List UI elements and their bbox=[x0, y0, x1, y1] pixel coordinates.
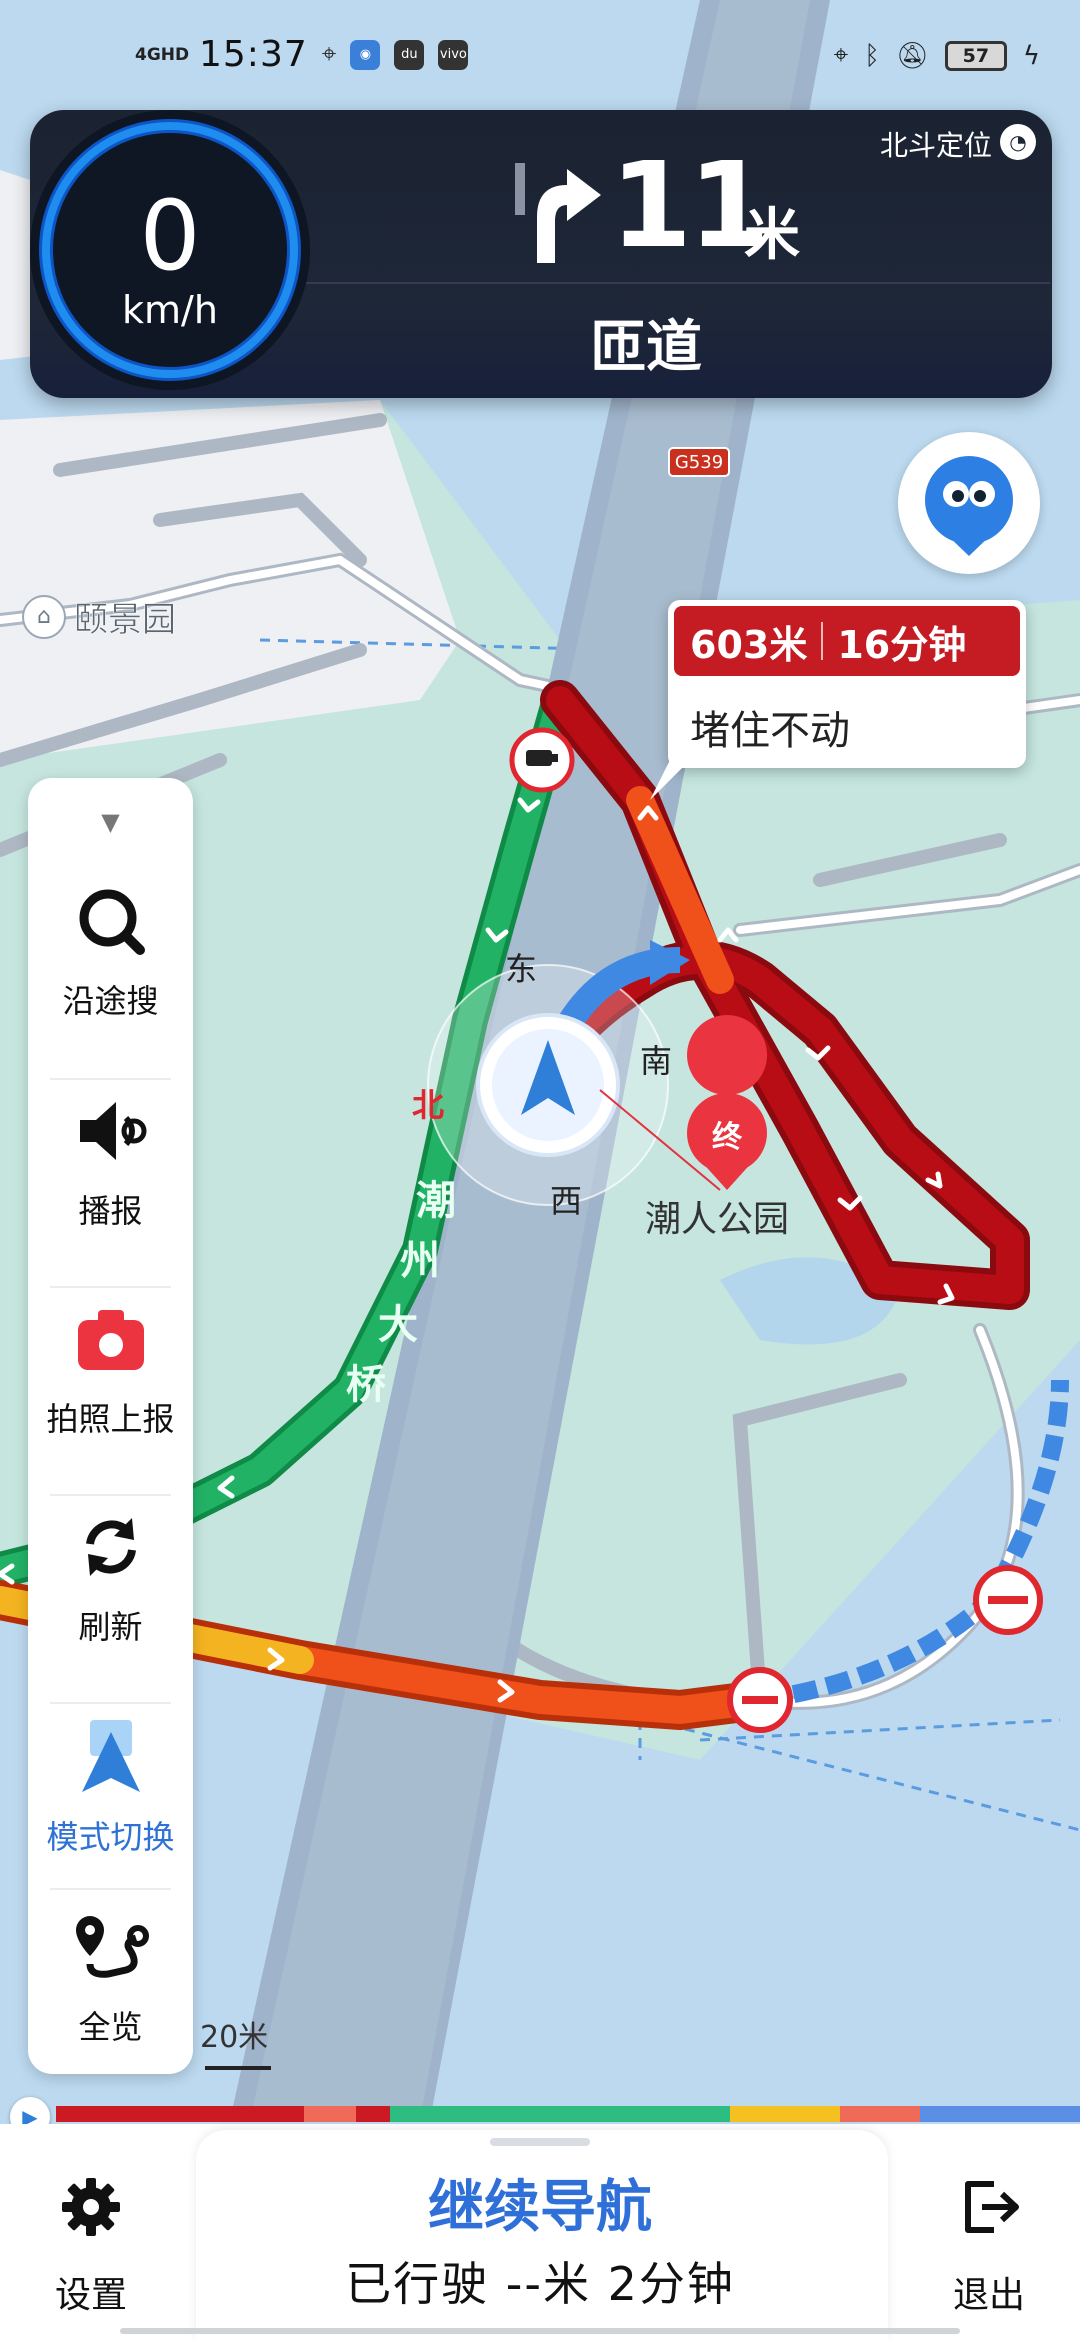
vivo-app-icon: vivo bbox=[438, 39, 469, 70]
maneuver-distance-unit: 米 bbox=[744, 203, 800, 268]
drag-handle[interactable] bbox=[490, 2138, 590, 2146]
bubble-pointer bbox=[650, 740, 710, 800]
bubble-separator bbox=[821, 622, 824, 660]
trip-summary: 已行驶 --米 2分钟 bbox=[345, 2257, 735, 2311]
traffic-summary: 603米 16分钟 bbox=[674, 606, 1020, 676]
map-scale-bar bbox=[205, 2066, 271, 2070]
overview-label: 全览 bbox=[78, 2008, 143, 2046]
camera-icon bbox=[78, 1310, 144, 1370]
clock: 15:37 bbox=[199, 34, 308, 75]
destination-name: 潮人公园 bbox=[645, 1199, 790, 1240]
speaker-icon bbox=[80, 1102, 147, 1160]
beidou-positioning-label: 北斗定位 bbox=[879, 129, 992, 162]
turn-right-arrow-icon bbox=[515, 163, 601, 263]
jam-distance: 603米 bbox=[690, 622, 808, 667]
jam-duration: 16分钟 bbox=[837, 622, 967, 667]
traffic-segment-jam bbox=[56, 2106, 304, 2122]
route-traffic-bar bbox=[56, 2106, 1080, 2122]
search-along-route-label: 沿途搜 bbox=[62, 982, 159, 1020]
app-notification-icon: ◉ bbox=[350, 39, 381, 70]
collapse-toolbar-icon[interactable]: ▼ bbox=[28, 808, 193, 836]
poi-yijingyuan[interactable]: ⌂ 颐景园 bbox=[22, 592, 176, 641]
du-app-icon: du bbox=[394, 39, 425, 70]
traffic-segment-slow bbox=[840, 2106, 920, 2122]
traffic-segment-unknown bbox=[920, 2106, 1080, 2122]
compass-north: 北 bbox=[412, 1086, 445, 1124]
traffic-segment-slow bbox=[304, 2106, 356, 2122]
traffic-segment-smooth bbox=[390, 2106, 730, 2122]
residential-icon: ⌂ bbox=[22, 594, 66, 639]
home-indicator[interactable] bbox=[120, 2328, 960, 2334]
exit-button[interactable]: 退出 bbox=[924, 2172, 1054, 2318]
photo-report-button[interactable]: 拍照上报 bbox=[28, 1266, 193, 1466]
refresh-icon bbox=[86, 1518, 136, 1576]
satellite-icon: ◔ bbox=[1000, 124, 1036, 160]
mode-switch-label: 模式切换 bbox=[46, 1818, 175, 1856]
side-toolbar: ▼ 沿途搜 播报 拍照上报 刷新 模式切换 全览 bbox=[28, 778, 193, 2074]
mascot-icon bbox=[925, 456, 1013, 556]
speed-unit: km/h bbox=[122, 288, 218, 332]
compass-east: 东 bbox=[505, 950, 538, 988]
search-along-route-button[interactable]: 沿途搜 bbox=[28, 848, 193, 1048]
bridge-label-char: 大 bbox=[378, 1302, 418, 1348]
overview-button[interactable]: 全览 bbox=[28, 1874, 193, 2074]
refresh-label: 刷新 bbox=[78, 1608, 143, 1646]
traffic-segment-amber bbox=[730, 2106, 840, 2122]
resume-navigation-button[interactable]: 继续导航 bbox=[0, 2162, 1080, 2243]
banner-divider bbox=[290, 282, 1050, 284]
highway-shield: G539 bbox=[668, 447, 730, 477]
destination-marker[interactable]: 终 bbox=[702, 1112, 752, 1156]
speedometer: 0 km/h bbox=[30, 110, 310, 390]
bluetooth-icon: ᛒ bbox=[864, 40, 880, 71]
traffic-info-bubble[interactable]: 603米 16分钟 堵住不动 bbox=[668, 600, 1026, 768]
network-indicator: 4GHD bbox=[135, 44, 190, 65]
exit-label: 退出 bbox=[952, 2275, 1025, 2316]
mute-bell-icon: 🔕︎ bbox=[895, 40, 929, 71]
traffic-segment-jam bbox=[356, 2106, 390, 2122]
poi-label: 颐景园 bbox=[74, 600, 177, 641]
refresh-button[interactable]: 刷新 bbox=[28, 1474, 193, 1674]
status-bar: 4GHD 15:37 ⌖ ◉ du vivo ⌖ ᛒ 🔕︎ 57 ϟ bbox=[0, 0, 1080, 120]
search-icon bbox=[79, 889, 145, 955]
charging-icon: ϟ bbox=[1022, 40, 1040, 71]
bridge-label-char: 潮 bbox=[416, 1178, 456, 1224]
navigation-mode-icon bbox=[82, 1720, 140, 1792]
route-overview-icon bbox=[76, 1916, 149, 1978]
location-pin-icon: ⌖ bbox=[321, 39, 337, 69]
maneuver-distance: 11 bbox=[610, 136, 770, 274]
map-scale-label: 20米 bbox=[200, 2020, 269, 2055]
bridge-label-char: 州 bbox=[400, 1238, 440, 1284]
battery-indicator: 57 bbox=[944, 40, 1007, 71]
voice-assistant-avatar[interactable] bbox=[898, 432, 1040, 574]
broadcast-button[interactable]: 播报 bbox=[28, 1058, 193, 1258]
compass-south: 南 bbox=[640, 1042, 673, 1080]
next-road-name: 匝道 bbox=[590, 315, 702, 380]
photo-report-label: 拍照上报 bbox=[46, 1400, 175, 1438]
mode-switch-button[interactable]: 模式切换 bbox=[28, 1684, 193, 1884]
current-speed: 0 bbox=[139, 180, 201, 292]
bridge-label-char: 桥 bbox=[346, 1362, 386, 1408]
exit-icon bbox=[965, 2181, 1019, 2233]
compass-west: 西 bbox=[550, 1182, 583, 1220]
location-icon: ⌖ bbox=[833, 40, 849, 70]
broadcast-label: 播报 bbox=[78, 1192, 143, 1230]
